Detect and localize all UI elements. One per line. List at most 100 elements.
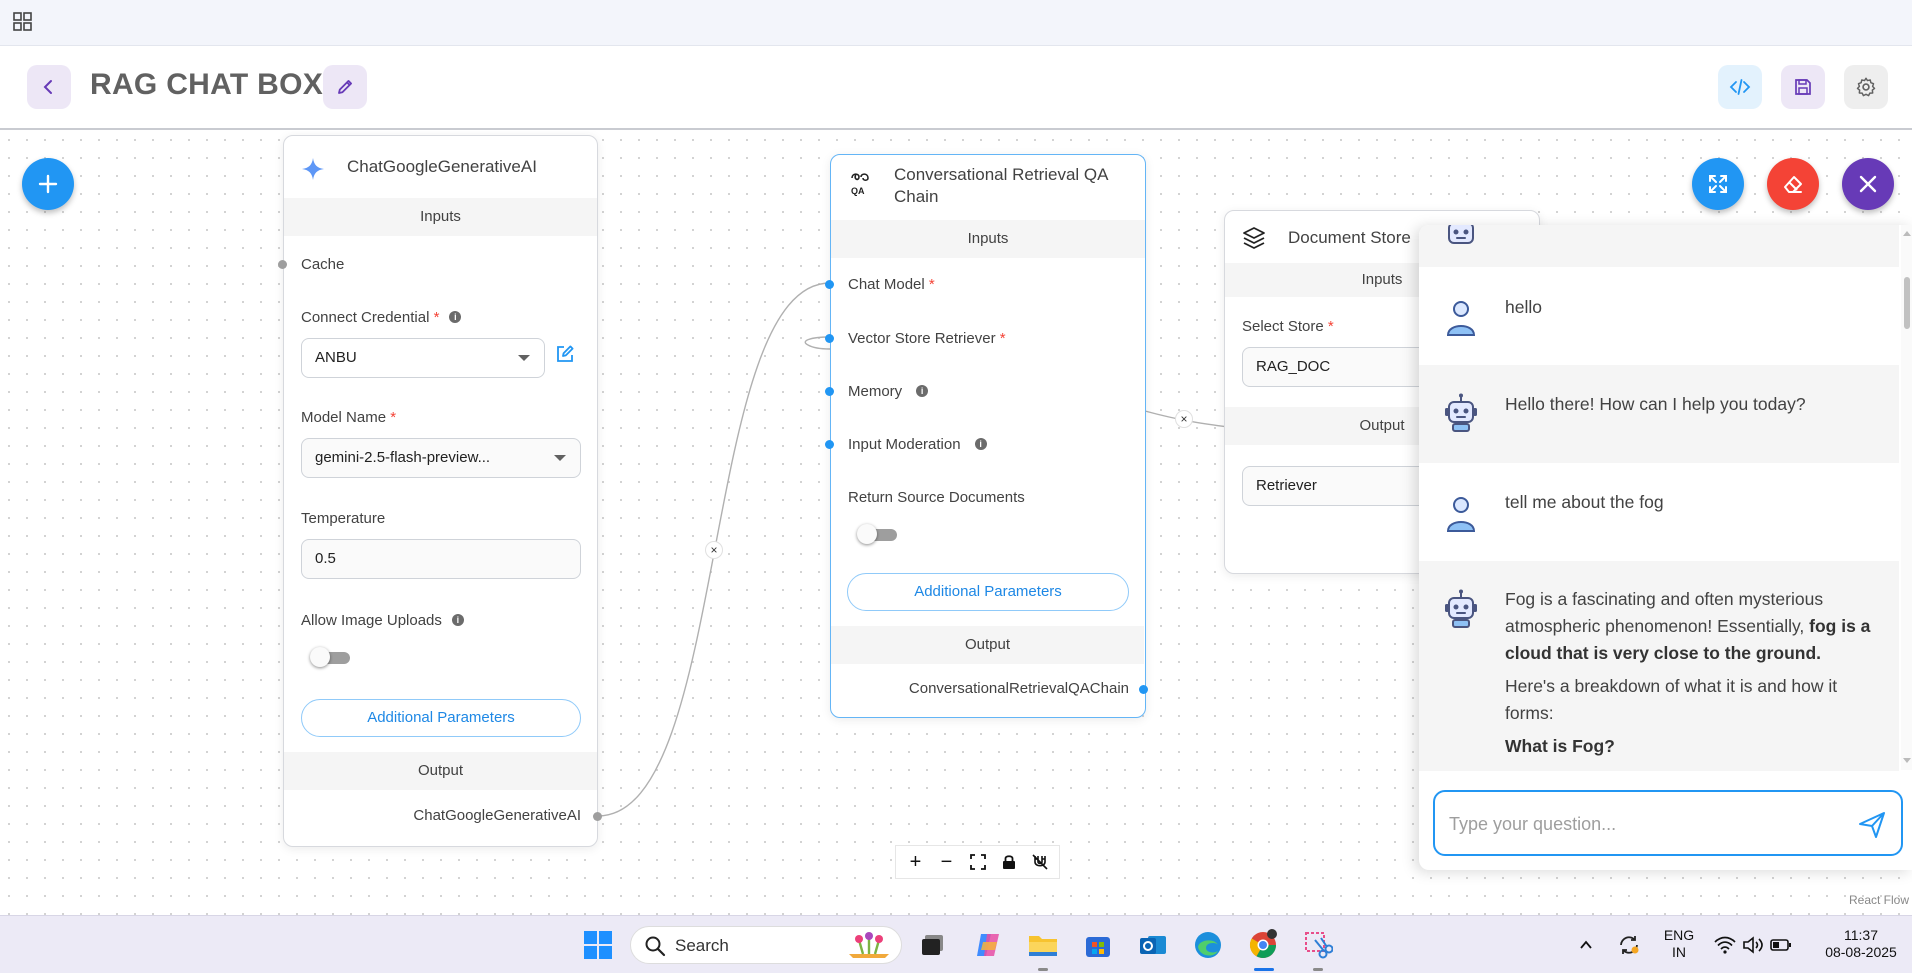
- chat-model-handle[interactable]: [825, 280, 834, 289]
- windows-taskbar: Search ENG IN 11:37 08-08-2025: [0, 915, 1912, 973]
- qa-chain-icon: QA: [851, 173, 869, 196]
- gemini-sparkle-icon: [302, 158, 324, 180]
- chat-google-node[interactable]: ChatGoogleGenerativeAI Inputs Cache Conn…: [278, 135, 602, 847]
- memory-label-text: Memory: [848, 383, 903, 400]
- fit-view-icon[interactable]: [966, 850, 990, 874]
- scrollbar-thumb[interactable]: [1904, 277, 1910, 329]
- scroll-up-arrow[interactable]: [1903, 231, 1911, 236]
- info-icon[interactable]: i: [974, 438, 987, 450]
- page-title: RAG CHAT BOX: [90, 68, 324, 101]
- robot-avatar-icon: [1448, 225, 1474, 244]
- task-view-icon[interactable]: [917, 929, 949, 961]
- info-icon[interactable]: i: [449, 311, 462, 323]
- microsoft-store-icon[interactable]: [1082, 929, 1114, 961]
- volume-icon[interactable]: [1740, 929, 1766, 961]
- clock-time: 11:37: [1844, 927, 1878, 943]
- input-language-indicator[interactable]: ENG IN: [1662, 927, 1696, 961]
- additional-parameters-button[interactable]: Additional Parameters: [301, 699, 581, 737]
- model-name-select[interactable]: gemini-2.5-flash-preview...: [301, 438, 581, 478]
- settings-button[interactable]: [1844, 65, 1888, 109]
- sync-icon[interactable]: [1615, 929, 1643, 961]
- reply-paragraph: Here's a breakdown of what it is and how…: [1505, 676, 1838, 723]
- image-uploads-label: Allow Image Uploads i: [301, 612, 464, 629]
- clock[interactable]: 11:37 08-08-2025: [1818, 927, 1904, 961]
- info-icon[interactable]: i: [916, 385, 929, 397]
- qa-chain-node[interactable]: QA Conversational Retrieval QA Chain Inp…: [825, 154, 1148, 718]
- memory-handle[interactable]: [825, 387, 834, 396]
- zoom-in-icon[interactable]: +: [904, 850, 928, 874]
- memory-label: Memory i: [848, 383, 929, 400]
- tray-chevron-up-icon[interactable]: [1575, 929, 1597, 961]
- required-marker: *: [928, 276, 935, 293]
- outlook-icon[interactable]: [1137, 929, 1169, 961]
- back-button[interactable]: [27, 65, 71, 109]
- output-label: ChatGoogleGenerativeAI: [413, 807, 581, 824]
- edge-browser-icon[interactable]: [1192, 929, 1224, 961]
- model-name-value: gemini-2.5-flash-preview...: [315, 449, 491, 466]
- svg-text:QA: QA: [851, 186, 865, 196]
- taskbar-search[interactable]: Search: [630, 926, 902, 964]
- lang-line-1: ENG: [1663, 927, 1695, 943]
- scroll-down-arrow[interactable]: [1903, 758, 1911, 763]
- delete-edge-button[interactable]: ×: [1175, 410, 1193, 428]
- expand-chat-button[interactable]: [1692, 158, 1744, 210]
- battery-icon[interactable]: [1768, 929, 1794, 961]
- copilot-icon[interactable]: [972, 929, 1004, 961]
- send-icon[interactable]: [1857, 810, 1887, 840]
- moderation-handle[interactable]: [825, 440, 834, 449]
- chat-model-label-text: Chat Model: [848, 276, 925, 293]
- output-handle[interactable]: [1139, 685, 1148, 694]
- active-app-indicator: [1254, 968, 1274, 971]
- wifi-icon[interactable]: [1712, 929, 1738, 961]
- chat-message-user: hello: [1419, 267, 1899, 365]
- required-marker: *: [433, 309, 440, 326]
- node-header: ChatGoogleGenerativeAI: [284, 136, 597, 198]
- save-chatflow-button[interactable]: [1781, 65, 1825, 109]
- chrome-browser-icon[interactable]: [1247, 929, 1279, 961]
- snap-magnet-icon[interactable]: [1028, 850, 1052, 874]
- temperature-input[interactable]: 0.5: [301, 539, 581, 579]
- chat-question-input[interactable]: [1449, 810, 1829, 838]
- node-title: Document Store: [1288, 228, 1411, 247]
- cache-input-handle[interactable]: [278, 260, 287, 269]
- retriever-handle[interactable]: [825, 334, 834, 343]
- lock-icon[interactable]: [997, 850, 1021, 874]
- temperature-value: 0.5: [315, 550, 336, 567]
- delete-edge-button[interactable]: ×: [705, 541, 723, 559]
- chat-scrollbar[interactable]: [1901, 225, 1912, 770]
- temperature-label: Temperature: [301, 510, 386, 527]
- edit-title-button[interactable]: [323, 65, 367, 109]
- return-source-toggle[interactable]: [857, 524, 897, 544]
- additional-parameters-button[interactable]: Additional Parameters: [847, 573, 1129, 611]
- active-app-indicator: [1038, 968, 1048, 971]
- snipping-tool-icon[interactable]: [1302, 929, 1334, 961]
- windows-start-icon[interactable]: [582, 929, 614, 961]
- image-uploads-toggle[interactable]: [310, 647, 350, 667]
- apps-grid-icon[interactable]: [13, 12, 33, 32]
- toggle-thumb: [857, 524, 877, 544]
- required-marker: *: [1327, 318, 1334, 335]
- toggle-thumb: [310, 647, 330, 667]
- user-avatar-icon: [1446, 497, 1476, 532]
- save-icon: [1795, 79, 1811, 95]
- add-node-button[interactable]: [22, 158, 74, 210]
- zoom-out-icon[interactable]: −: [935, 850, 959, 874]
- react-flow-attribution[interactable]: React Flow: [1849, 893, 1909, 907]
- clock-date: 08-08-2025: [1825, 944, 1897, 960]
- credential-label-text: Connect Credential: [301, 309, 430, 326]
- cache-label: Cache: [301, 256, 345, 273]
- output-handle[interactable]: [593, 812, 602, 821]
- close-chat-button[interactable]: [1842, 158, 1894, 210]
- inputs-section-label: Inputs: [284, 198, 597, 236]
- file-explorer-icon[interactable]: [1027, 929, 1059, 961]
- credential-select[interactable]: ANBU: [301, 338, 545, 378]
- edit-credential-icon[interactable]: [554, 343, 576, 365]
- info-icon[interactable]: i: [451, 614, 464, 626]
- clear-chat-button[interactable]: [1767, 158, 1819, 210]
- moderation-label-text: Input Moderation: [848, 436, 961, 453]
- lang-line-2: IN: [1672, 944, 1686, 960]
- embed-code-button[interactable]: [1718, 65, 1762, 109]
- chat-message-user: tell me about the fog: [1419, 463, 1899, 561]
- required-marker: *: [390, 409, 397, 426]
- retriever-label-text: Vector Store Retriever: [848, 330, 996, 347]
